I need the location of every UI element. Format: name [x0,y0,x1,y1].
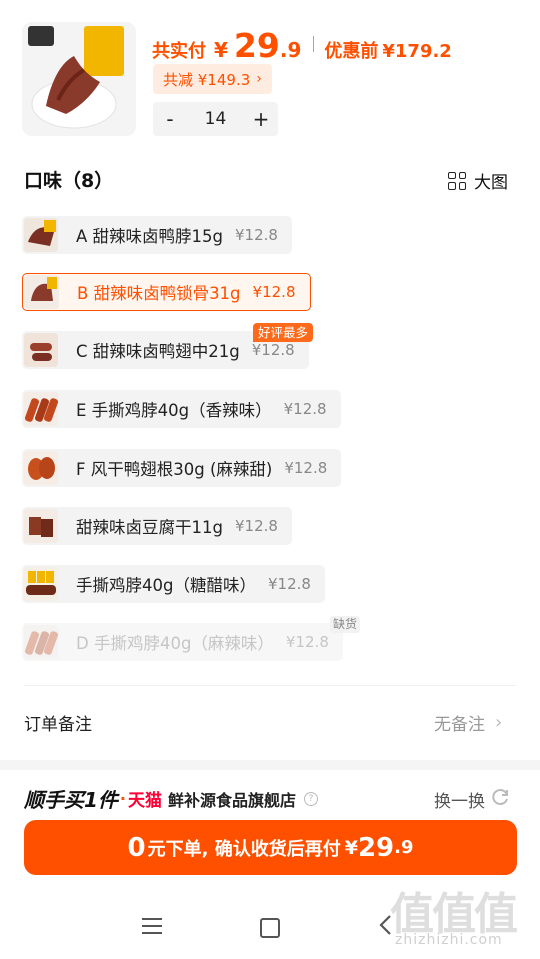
promo-dot: · [119,789,126,808]
saving-text: 共减 ¥149.3 [163,70,251,89]
option-price: ¥12.8 [251,341,295,359]
option-price: ¥12.8 [285,633,329,651]
product-image[interactable] [22,22,136,136]
option-thumbnail [24,392,58,426]
option-thumbnail [24,625,58,659]
out-of-stock-badge: 缺货 [330,616,361,633]
saving-chip[interactable]: 共减 ¥149.3 › [153,64,272,94]
option-label: A 甜辣味卤鸭脖15g [76,227,224,246]
order-note-label: 订单备注 [24,715,92,735]
cta-currency: ¥ [344,836,358,859]
section-separator [0,760,540,770]
info-icon[interactable]: ? [304,791,319,806]
increment-button[interactable]: + [244,107,278,131]
pay-label: 共实付 [152,41,206,62]
option-price: ¥12.8 [267,575,311,593]
big-view-label: 大图 [474,173,508,193]
option-price: ¥12.8 [284,459,328,477]
flavor-section-title: 口味（8） [24,170,114,192]
option-thumbnail [24,218,58,252]
option-price: ¥12.8 [235,226,278,244]
option-thumbnail [24,567,58,601]
decrement-button[interactable]: - [153,107,187,131]
option-label: D 手撕鸡脖40g（麻辣味） [76,634,274,653]
chevron-right-icon: › [495,712,503,733]
refresh-icon [491,787,511,812]
option-label: 手撕鸡脖40g（糖醋味） [76,576,256,595]
order-note-field[interactable]: 无备注 › [434,710,502,735]
flavor-option-e[interactable]: E 手撕鸡脖40g（香辣味） ¥12.8 [22,390,341,428]
flavor-option-d: D 手撕鸡脖40g（麻辣味） ¥12.8 [22,623,343,661]
original-price: ¥179.2 [382,41,452,62]
pay-decimal: .9 [279,38,302,62]
option-thumbnail [24,333,58,367]
store-name: 鲜补源食品旗舰店 [168,790,297,810]
option-label: B 甜辣味卤鸭锁骨31g [77,284,241,303]
grid-icon [448,171,466,190]
option-thumbnail [24,451,58,485]
flavor-option-a[interactable]: A 甜辣味卤鸭脖15g ¥12.8 [22,216,292,254]
watermark-url: zhizhizhi.com [395,932,503,948]
quantity-stepper: - 14 + [153,102,278,136]
original-price-label: 优惠前 [324,41,379,62]
cta-text: 元下单, 确认收货后再付 [147,838,341,860]
add-on-promo: 顺手买1件 · 天猫 鲜补源食品旗舰店 ? [24,784,319,813]
flavor-option-sweet-sour[interactable]: 手撕鸡脖40g（糖醋味） ¥12.8 [22,565,325,603]
place-order-button[interactable]: 0 元下单, 确认收货后再付 ¥ 29 .9 [24,820,517,875]
swap-button[interactable]: 换一换 [434,787,511,812]
pay-integer: 29 [233,26,280,65]
tmall-logo: 天猫 [128,791,162,811]
option-label: 甜辣味卤豆腐干11g [76,518,223,537]
option-price: ¥12.8 [252,283,296,301]
price-summary: 共实付 ¥ 29 .9 优惠前 ¥179.2 [152,26,452,65]
home-icon[interactable] [260,918,280,938]
option-thumbnail [25,275,59,309]
quantity-value[interactable]: 14 [187,109,244,129]
option-price: ¥12.8 [283,400,327,418]
menu-icon[interactable] [142,918,162,934]
option-label: E 手撕鸡脖40g（香辣味） [76,401,272,420]
flavor-option-b[interactable]: B 甜辣味卤鸭锁骨31g ¥12.8 [22,273,311,311]
option-price: ¥12.8 [234,517,278,535]
order-note-value: 无备注 [434,715,485,735]
option-label: C 甜辣味卤鸭翅中21g [76,342,240,361]
price-divider [313,36,315,52]
flavor-option-f[interactable]: F 风干鸭翅根30g (麻辣甜) ¥12.8 [22,449,342,487]
divider [24,685,516,686]
swap-label: 换一换 [434,792,485,812]
option-label: F 风干鸭翅根30g (麻辣甜) [76,460,273,479]
cta-amount-decimal: .9 [394,837,414,858]
top-rated-badge: 好评最多 [253,323,314,342]
big-view-toggle[interactable]: 大图 [448,168,508,193]
cta-zero: 0 [127,832,146,863]
chevron-right-icon: › [256,71,262,87]
promo-title: 顺手买1件 [24,788,118,812]
option-thumbnail [24,509,58,543]
cta-amount-integer: 29 [357,832,395,863]
pay-currency: ¥ [214,38,228,62]
flavor-option-tofu[interactable]: 甜辣味卤豆腐干11g ¥12.8 [22,507,292,545]
